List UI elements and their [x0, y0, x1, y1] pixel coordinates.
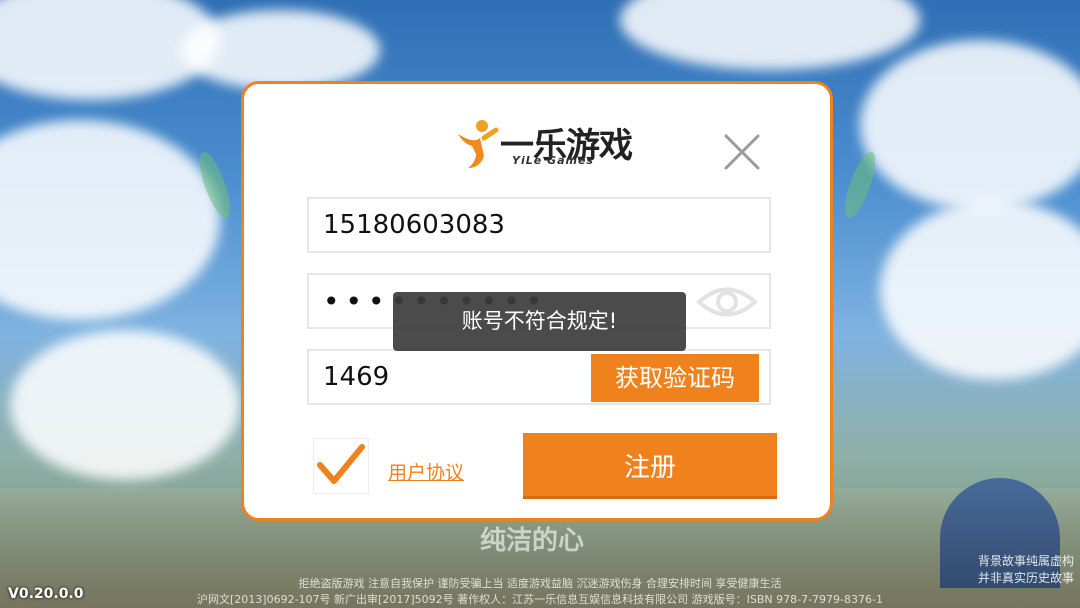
agreement-checkbox[interactable]	[314, 439, 368, 493]
cloud	[620, 0, 920, 70]
background-caption: 纯洁的心	[480, 526, 585, 556]
yile-logo-mark-icon	[458, 120, 499, 168]
cloud	[10, 330, 240, 480]
close-icon[interactable]	[722, 132, 762, 172]
register-button[interactable]: 注册	[523, 433, 777, 499]
footer-disclaimer-line: 并非真实历史故事	[977, 571, 1074, 585]
cloud	[860, 40, 1080, 210]
cloud	[880, 200, 1080, 380]
footer-notice: 拒绝盗版游戏 注意自我保护 谨防受骗上当 适度游戏益脑 沉迷游戏伤身 合理安排时…	[0, 576, 1080, 608]
phone-field	[307, 197, 771, 253]
error-toast: 账号不符合规定!	[393, 292, 686, 351]
leaf-decoration	[838, 148, 882, 222]
user-agreement-link[interactable]: 用户协议	[388, 458, 464, 485]
version-label: V0.20.0.0	[8, 586, 84, 602]
checkmark-icon	[317, 444, 365, 484]
code-field: 获取验证码	[307, 349, 771, 405]
logo-english-text: YiLe Games	[512, 154, 594, 167]
cloud	[0, 120, 220, 320]
phone-input[interactable]	[309, 199, 769, 251]
eye-icon[interactable]	[695, 283, 759, 321]
app-logo: 一乐游戏 YiLe Games	[454, 114, 634, 174]
footer-line: 拒绝盗版游戏 注意自我保护 谨防受骗上当 适度游戏益脑 沉迷游戏伤身 合理安排时…	[298, 577, 782, 590]
cloud	[180, 10, 380, 90]
footer-disclaimer: 背景故事纯属虚构 并非真实历史故事	[978, 552, 1074, 586]
footer-line: 沪网文[2013]0692-107号 新广出审[2017]5092号 著作权人：…	[197, 593, 883, 606]
footer-disclaimer-line: 背景故事纯属虚构	[977, 554, 1074, 568]
get-code-button[interactable]: 获取验证码	[591, 354, 759, 402]
